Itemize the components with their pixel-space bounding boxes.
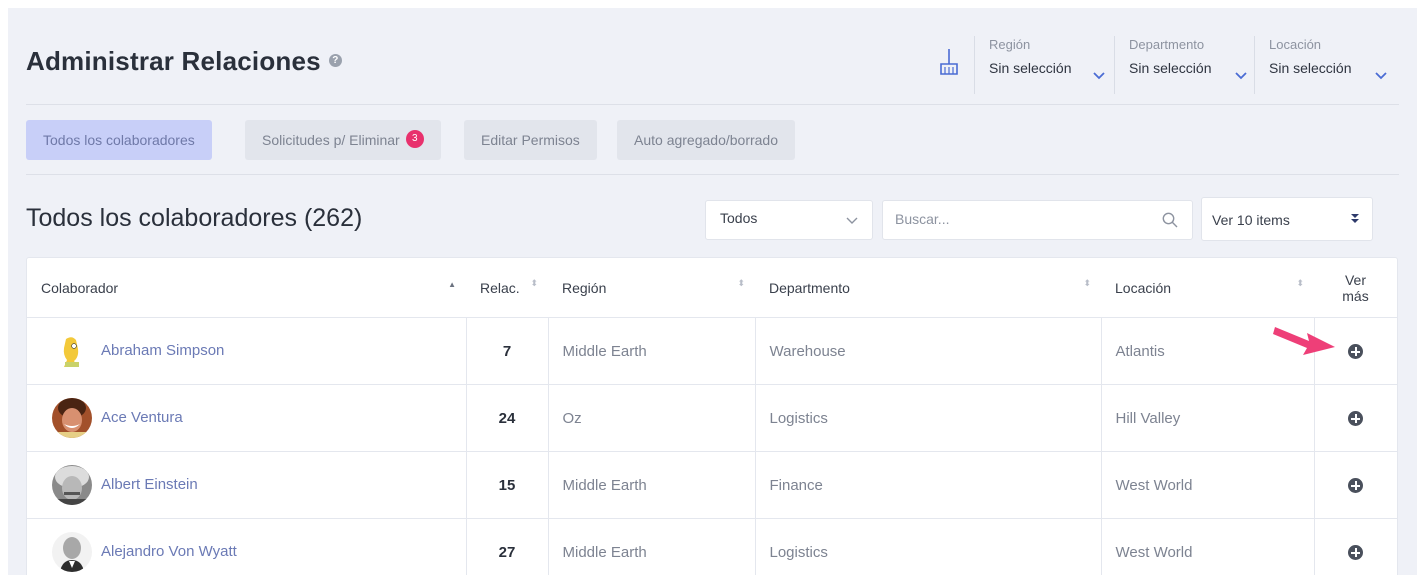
chevron-down-icon [846, 217, 858, 224]
collaborator-name-link[interactable]: Abraham Simpson [101, 342, 224, 359]
filter-department-label: Departmento [1129, 37, 1205, 52]
region-cell: Middle Earth [548, 317, 756, 385]
avatar [52, 398, 92, 438]
region-cell: Middle Earth [548, 451, 756, 519]
broom-icon[interactable] [938, 48, 960, 76]
annotation-arrow-icon [1273, 327, 1335, 355]
collaborator-cell: Abraham Simpson [27, 317, 467, 385]
plus-circle-icon[interactable] [1348, 478, 1364, 494]
double-chevron-icon [1351, 214, 1359, 223]
count-badge: 3 [405, 130, 424, 149]
collaborator-cell: Alejandro Von Wyatt [27, 518, 467, 575]
tab-label: Editar Permisos [481, 132, 580, 148]
column-header-label: Ver más [1342, 271, 1369, 304]
chevron-down-icon [1093, 72, 1105, 80]
relations-count: 27 [466, 518, 549, 575]
column-header-relac[interactable]: Relac. ⬍ [466, 258, 548, 318]
table-row: Abraham Simpson 7 Middle Earth Warehouse… [27, 317, 1397, 385]
items-per-page-select[interactable]: Ver 10 items [1201, 197, 1373, 241]
tab-label: Auto agregado/borrado [634, 132, 778, 148]
help-icon[interactable]: ? [328, 53, 342, 67]
ver-mas-cell [1314, 451, 1397, 519]
column-header-label: Región [562, 279, 607, 296]
status-filter-select[interactable]: Todos [705, 200, 873, 240]
section-title: Todos los colaboradores (262) [26, 204, 363, 232]
plus-circle-icon[interactable] [1348, 545, 1364, 561]
tab-solicitudes-eliminar[interactable]: Solicitudes p/ Eliminar 3 [245, 120, 441, 160]
avatar [52, 532, 92, 572]
region-cell: Oz [548, 384, 756, 452]
app-frame: Administrar Relaciones? Región Sin selec… [8, 8, 1417, 575]
search-icon[interactable] [1162, 212, 1178, 228]
relations-count: 24 [466, 384, 549, 452]
relations-count: 15 [466, 451, 549, 519]
collaborator-name-link[interactable]: Alejandro Von Wyatt [101, 543, 237, 560]
relations-count: 7 [466, 317, 549, 385]
items-per-page-value: Ver 10 items [1212, 212, 1290, 228]
collaborator-cell: Ace Ventura [27, 384, 467, 452]
sort-icon[interactable]: ⬍ [1296, 278, 1304, 289]
filter-location-label: Locación [1269, 37, 1322, 52]
page-title: Administrar Relaciones? [26, 46, 342, 77]
department-cell: Logistics [755, 384, 1102, 452]
filter-region-label: Región [989, 37, 1031, 52]
location-cell: Hill Valley [1101, 384, 1315, 452]
collaborators-table: Colaborador ▲ Relac. ⬍ Región ⬍ Departme… [26, 257, 1398, 575]
department-cell: Logistics [755, 518, 1102, 575]
sort-icon[interactable]: ⬍ [530, 278, 538, 289]
column-header-label: Colaborador [41, 279, 119, 296]
sort-icon[interactable]: ⬍ [737, 278, 745, 289]
sort-icon[interactable]: ⬍ [1083, 278, 1091, 289]
plus-circle-icon[interactable] [1348, 411, 1364, 427]
tab-todos-colaboradores[interactable]: Todos los colaboradores [26, 120, 212, 160]
filter-location-value: Sin selección [1269, 60, 1352, 76]
ver-mas-cell [1314, 384, 1397, 452]
column-header-label: Locación [1115, 279, 1172, 296]
avatar [52, 465, 92, 505]
search-input[interactable] [893, 210, 1147, 228]
location-cell: West World [1101, 451, 1315, 519]
column-header-label: Relac. [480, 279, 520, 296]
tab-auto-agregado-borrado[interactable]: Auto agregado/borrado [617, 120, 795, 160]
ver-mas-cell [1314, 518, 1397, 575]
region-cell: Middle Earth [548, 518, 756, 575]
page-title-text: Administrar Relaciones [26, 46, 321, 76]
chevron-down-icon [1375, 72, 1387, 80]
plus-circle-icon[interactable] [1348, 344, 1364, 360]
collaborator-name-link[interactable]: Ace Ventura [101, 409, 183, 426]
tab-label: Solicitudes p/ Eliminar [262, 132, 400, 148]
filter-region-value: Sin selección [989, 60, 1072, 76]
column-header-region[interactable]: Región ⬍ [548, 258, 755, 318]
column-header-ver-mas: Ver más [1314, 258, 1397, 318]
column-header-department[interactable]: Departmento ⬍ [755, 258, 1101, 318]
table-row: Albert Einstein 15 Middle Earth Finance … [27, 451, 1397, 519]
collaborator-name-link[interactable]: Albert Einstein [101, 476, 198, 493]
tab-editar-permisos[interactable]: Editar Permisos [464, 120, 597, 160]
filter-location[interactable]: Locación Sin selección [1254, 36, 1387, 94]
table-row: Ace Ventura 24 Oz Logistics Hill Valley [27, 384, 1397, 452]
department-cell: Warehouse [755, 317, 1102, 385]
department-cell: Finance [755, 451, 1102, 519]
search-box[interactable] [882, 200, 1193, 240]
column-header-location[interactable]: Locación ⬍ [1101, 258, 1314, 318]
column-header-colaborador[interactable]: Colaborador ▲ [27, 258, 466, 318]
tabs-divider [26, 174, 1399, 175]
status-filter-value: Todos [720, 210, 758, 226]
chevron-down-icon [1235, 72, 1247, 80]
tab-label: Todos los colaboradores [43, 132, 195, 148]
filter-department-value: Sin selección [1129, 60, 1212, 76]
location-cell: West World [1101, 518, 1315, 575]
filter-department[interactable]: Departmento Sin selección [1114, 36, 1247, 94]
table-header-row: Colaborador ▲ Relac. ⬍ Región ⬍ Departme… [27, 258, 1397, 318]
column-header-label: Departmento [769, 279, 850, 296]
header-divider [26, 104, 1399, 105]
sort-asc-icon[interactable]: ▲ [448, 280, 456, 289]
filter-region[interactable]: Región Sin selección [974, 36, 1105, 94]
avatar [52, 331, 92, 371]
table-row: Alejandro Von Wyatt 27 Middle Earth Logi… [27, 518, 1397, 575]
collaborator-cell: Albert Einstein [27, 451, 467, 519]
